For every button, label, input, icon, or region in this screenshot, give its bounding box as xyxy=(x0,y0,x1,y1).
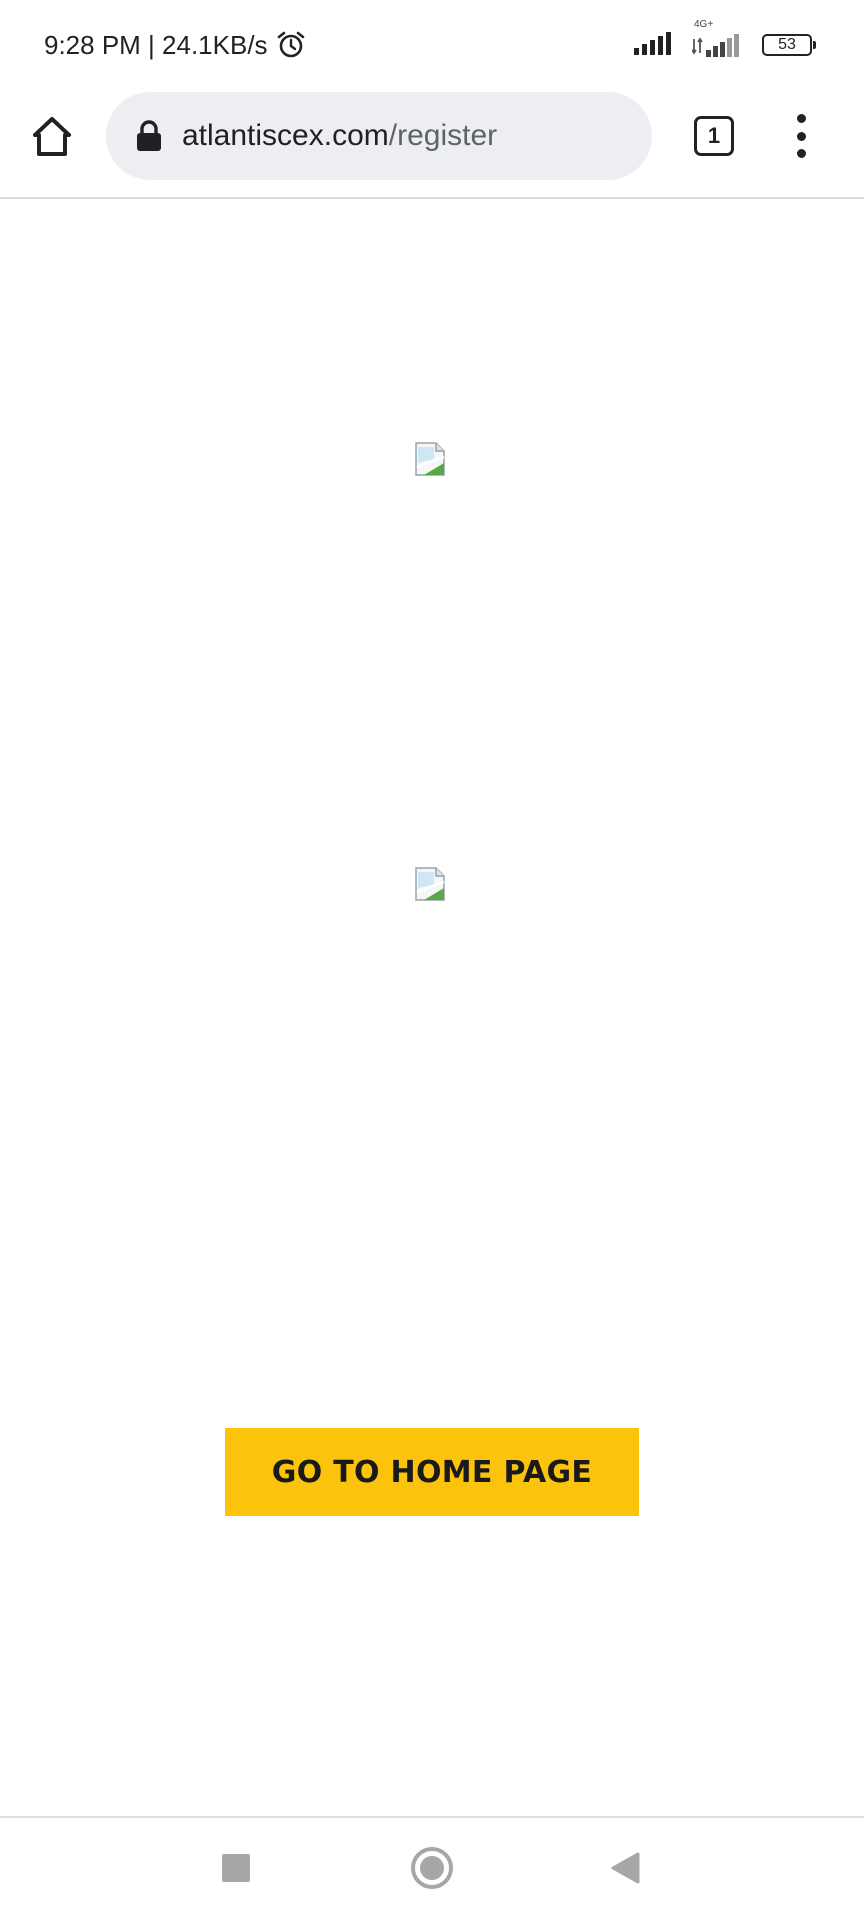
browser-toolbar: atlantiscex.com/register 1 xyxy=(0,90,864,198)
broken-image-icon xyxy=(415,867,445,901)
status-bar: 9:28 PM | 24.1KB/s 4G+ 53 xyxy=(0,0,864,90)
menu-dot xyxy=(796,131,806,141)
back-triangle-icon[interactable] xyxy=(610,1852,640,1884)
status-time-speed: 9:28 PM | 24.1KB/s xyxy=(44,29,268,60)
home-circle-inner xyxy=(420,1856,444,1880)
broken-image-icon xyxy=(415,442,445,476)
menu-dot xyxy=(796,149,806,158)
tabs-button[interactable]: 1 xyxy=(694,116,734,156)
status-left: 9:28 PM | 24.1KB/s xyxy=(44,30,306,61)
home-icon xyxy=(33,117,71,156)
home-button[interactable] xyxy=(30,114,74,158)
url-bar[interactable]: atlantiscex.com/register xyxy=(106,92,652,180)
more-vert-icon[interactable] xyxy=(786,110,816,162)
battery-level: 53 xyxy=(778,36,796,53)
battery-icon: 53 xyxy=(762,34,816,56)
lock-icon[interactable] xyxy=(136,120,162,152)
status-right: 4G+ 53 xyxy=(634,19,816,60)
home-circle-icon[interactable] xyxy=(411,1847,453,1889)
menu-dot xyxy=(796,114,806,123)
alarm-icon xyxy=(276,30,306,60)
network-type: 4G+ xyxy=(694,19,714,30)
go-to-home-page-button[interactable]: GO TO HOME PAGE xyxy=(225,1428,639,1516)
url-text: atlantiscex.com/register xyxy=(182,119,497,153)
url-domain: atlantiscex.com xyxy=(182,119,389,152)
signal-4g-icon: 4G+ xyxy=(692,19,744,57)
navigation-bar xyxy=(0,1818,864,1920)
signal-icon xyxy=(634,31,674,60)
toolbar-divider xyxy=(0,197,864,199)
url-path: /register xyxy=(388,119,498,152)
tab-count: 1 xyxy=(707,123,721,148)
recent-apps-icon[interactable] xyxy=(222,1854,250,1882)
